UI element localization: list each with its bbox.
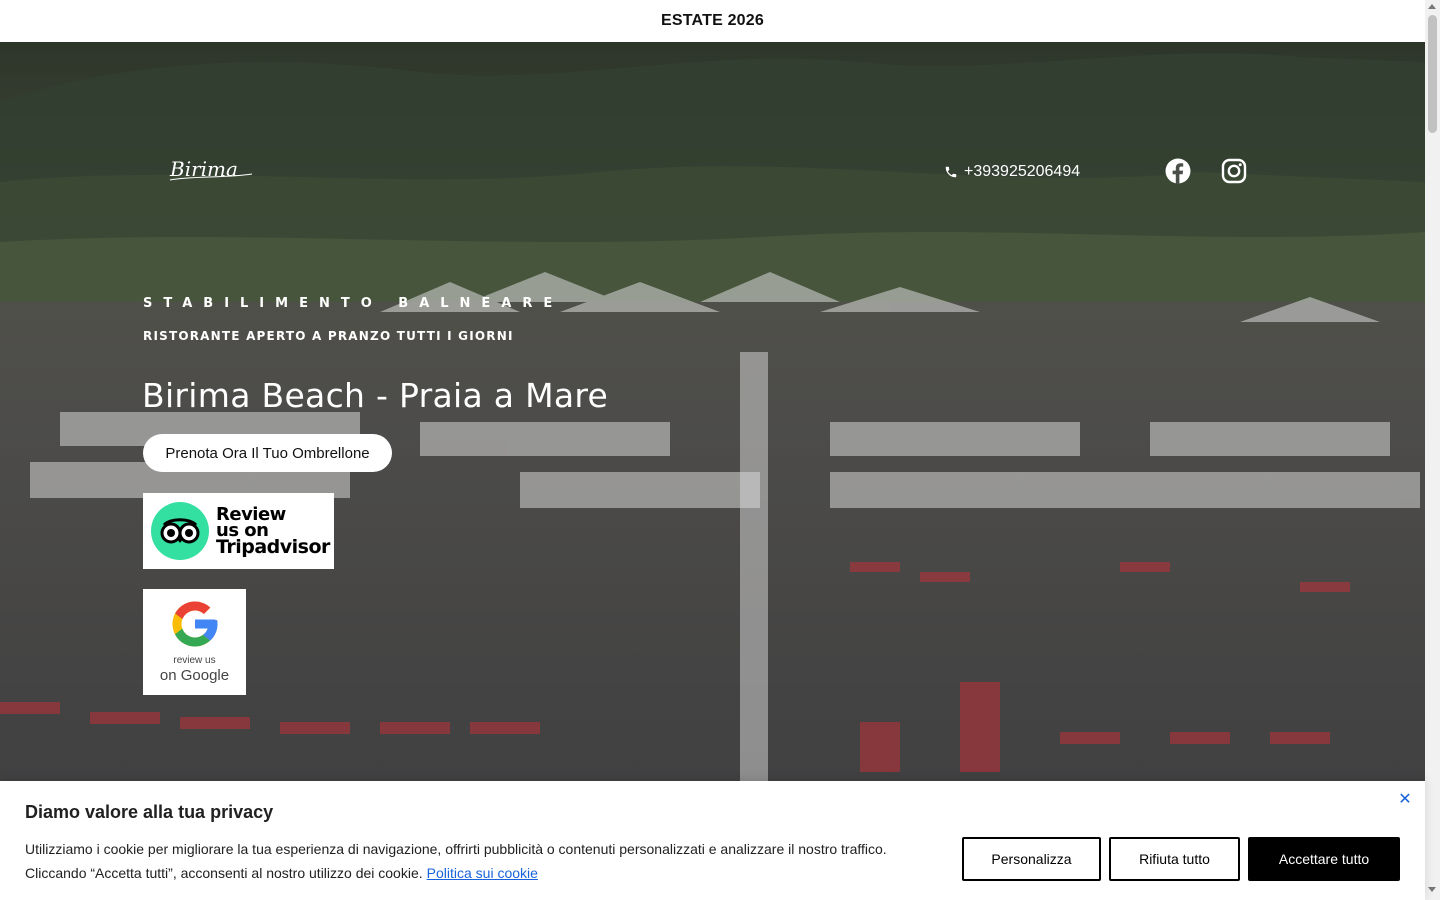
page-scrollbar[interactable]	[1425, 0, 1440, 900]
phone-link[interactable]: +393925206494	[944, 163, 1080, 181]
phone-number: +393925206494	[964, 163, 1081, 180]
birima-logo[interactable]: Birima	[168, 152, 254, 186]
hero-section: Birima +393925206494 STABILIMENTO BALNEA…	[0, 42, 1425, 900]
hero-tagline: RISTORANTE APERTO A PRANZO TUTTI I GIORN…	[143, 329, 514, 343]
tripadvisor-badge-text: Review us on Tripadvisor	[216, 506, 330, 558]
cookie-policy-link[interactable]: Politica sui cookie	[427, 865, 538, 881]
cookie-title: Diamo valore alla tua privacy	[25, 802, 274, 822]
scroll-down-arrow-icon[interactable]	[1428, 887, 1436, 892]
phone-icon	[945, 166, 957, 178]
announcement-bar: ESTATE 2026	[0, 0, 1425, 42]
accept-all-button[interactable]: Accettare tutto	[1248, 837, 1400, 881]
hero-subtitle: STABILIMENTO BALNEARE	[143, 296, 564, 311]
google-review-badge[interactable]: review us on Google	[143, 589, 246, 695]
tripadvisor-line3: Tripadvisor	[216, 536, 330, 558]
tripadvisor-review-badge[interactable]: Review us on Tripadvisor	[143, 493, 334, 569]
close-icon[interactable]: ✕	[1397, 791, 1413, 807]
google-badge-line2: on Google	[159, 667, 230, 684]
scrollbar-thumb[interactable]	[1428, 15, 1437, 133]
reject-all-button[interactable]: Rifiuta tutto	[1109, 837, 1240, 881]
cookie-text-line2: Cliccando “Accetta tutti”, acconsenti al…	[25, 865, 423, 881]
customize-cookies-button[interactable]: Personalizza	[962, 837, 1101, 881]
facebook-icon[interactable]	[1165, 158, 1191, 184]
google-g-icon	[172, 601, 217, 647]
scroll-up-arrow-icon[interactable]	[1428, 4, 1436, 9]
instagram-icon[interactable]	[1221, 158, 1247, 184]
announcement-text: ESTATE 2026	[661, 12, 764, 29]
hero-title: Birima Beach - Praia a Mare	[142, 376, 609, 415]
cookie-consent-banner: Diamo valore alla tua privacy ✕ Utilizzi…	[0, 781, 1425, 900]
tripadvisor-owl-icon	[151, 502, 209, 560]
cookie-description: Utilizziamo i cookie per migliorare la t…	[25, 837, 925, 885]
book-umbrella-button[interactable]: Prenota Ora Il Tuo Ombrellone	[143, 434, 392, 472]
google-badge-line1: review us	[173, 655, 216, 666]
cookie-text-line1: Utilizziamo i cookie per migliorare la t…	[25, 841, 887, 857]
